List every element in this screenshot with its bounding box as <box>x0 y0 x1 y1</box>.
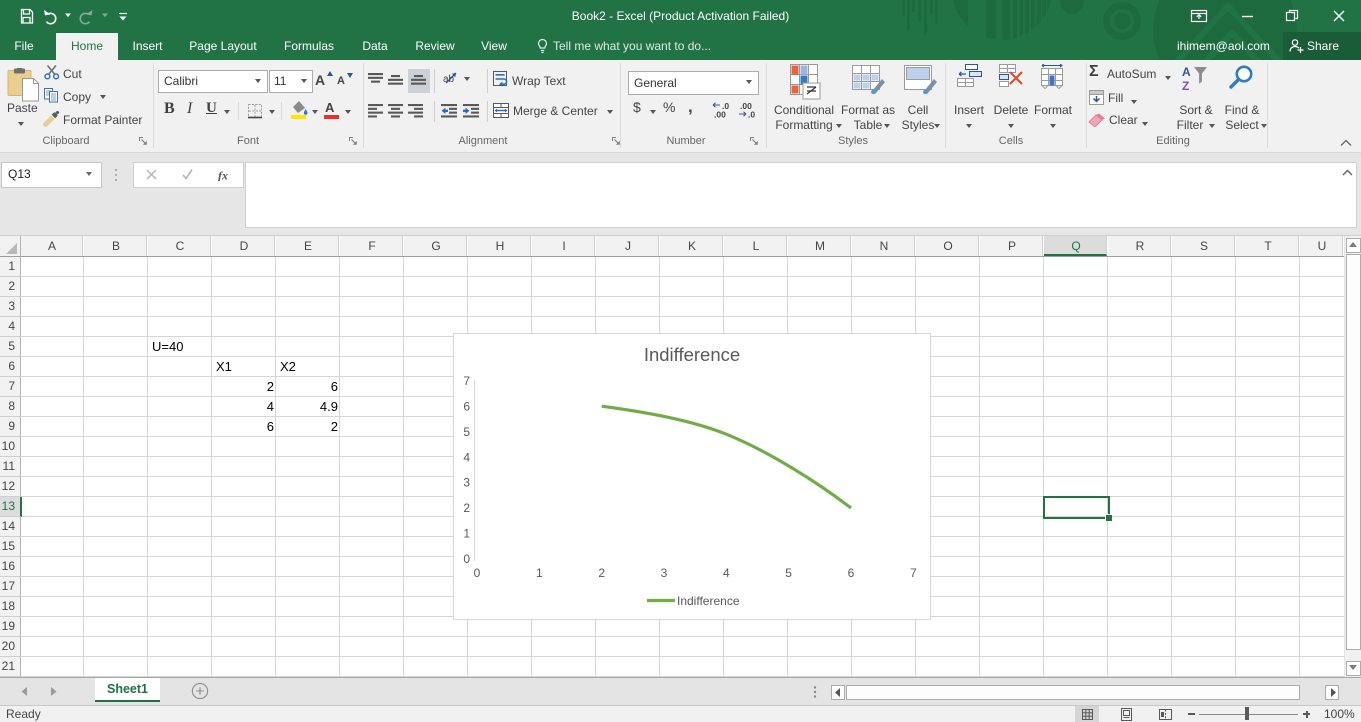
svg-text:Indifference: Indifference <box>644 344 740 365</box>
svg-text:1: 1 <box>536 566 543 580</box>
svg-text:A: A <box>1182 65 1191 79</box>
svg-text:3: 3 <box>463 476 470 490</box>
svg-text:6: 6 <box>463 399 470 413</box>
svg-text:3: 3 <box>661 566 668 580</box>
svg-text:4: 4 <box>463 450 470 464</box>
svg-text:.00: .00 <box>714 110 726 119</box>
svg-text:7: 7 <box>463 374 470 388</box>
svg-text:5: 5 <box>463 425 470 439</box>
svg-text:1: 1 <box>463 527 470 541</box>
svg-text:Indifference: Indifference <box>677 594 740 608</box>
svg-text:2: 2 <box>463 501 470 515</box>
svg-text:.0: .0 <box>748 110 755 119</box>
svg-text:fx: fx <box>218 169 228 182</box>
svg-text:2: 2 <box>598 566 605 580</box>
svg-text:0: 0 <box>474 566 481 580</box>
svg-text:6: 6 <box>848 566 855 580</box>
svg-text:4: 4 <box>723 566 730 580</box>
svg-text:7: 7 <box>910 566 917 580</box>
svg-text:Z: Z <box>1182 79 1189 92</box>
svg-text:5: 5 <box>785 566 792 580</box>
svg-text:0: 0 <box>463 552 470 566</box>
